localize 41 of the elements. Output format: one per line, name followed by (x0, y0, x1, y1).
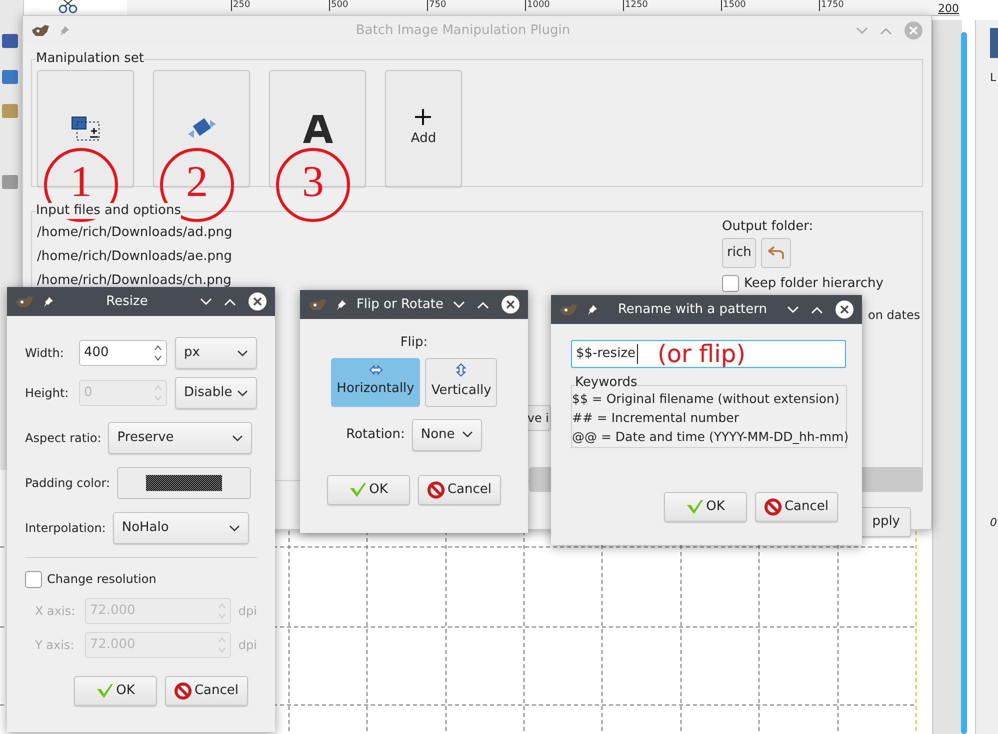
zoom-label: 200 (938, 1, 959, 17)
window-title: Batch Image Manipulation Plugin (354, 22, 572, 40)
ruler-label: 500 (329, 0, 348, 11)
option-label: on dates (868, 306, 922, 324)
dock-text: 0 (990, 514, 998, 530)
flip-label: Flip: (400, 334, 428, 352)
annotation-text: (or flip) (658, 341, 746, 367)
field-label: Aspect ratio: (25, 430, 102, 447)
unit-label: dpi (238, 603, 257, 620)
keyword-line: $$ = Original filename (without extension) (572, 390, 840, 408)
add-label: Add (410, 130, 436, 148)
keyword-line: @@ = Date and time (YYYY-MM-DD_hh-mm) (572, 428, 846, 446)
checkbox-label: Keep folder hierarchy (744, 275, 884, 293)
ruler-label: 1750 (819, 0, 844, 11)
group-label: Manipulation set (36, 51, 144, 67)
group-label: Input files and options (36, 203, 181, 219)
ruler-label: 1000 (525, 0, 550, 11)
dock-text: L (990, 70, 998, 86)
pattern-value: $$-resize (576, 344, 638, 364)
ruler-label: 750 (427, 0, 446, 11)
window-title: Resize (105, 292, 149, 311)
ruler-label: 1250 (623, 0, 648, 11)
field-label: Interpolation: (25, 520, 106, 537)
field-label: Height: (25, 385, 70, 402)
checkbox-label: Change resolution (47, 571, 156, 588)
annotation-number: 3 (302, 163, 324, 201)
ruler-label: 250 (231, 0, 250, 11)
keyword-line: ## = Incremental number (572, 409, 740, 427)
window-title: Flip or Rotate (355, 296, 445, 314)
annotation-number: 1 (70, 163, 92, 201)
unit-label: dpi (238, 637, 257, 654)
group-label: Keywords (575, 376, 638, 390)
annotation-number: 2 (186, 163, 208, 201)
field-label: Padding color: (25, 475, 110, 492)
output-folder-label: Output folder: (722, 218, 814, 236)
ruler-label: 1500 (721, 0, 746, 11)
window-title: Rename with a pattern (616, 300, 768, 319)
field-label: Y axis: (35, 637, 76, 654)
field-label: Rotation: (346, 426, 405, 444)
field-label: Width: (25, 345, 65, 362)
field-label: X axis: (35, 603, 76, 620)
